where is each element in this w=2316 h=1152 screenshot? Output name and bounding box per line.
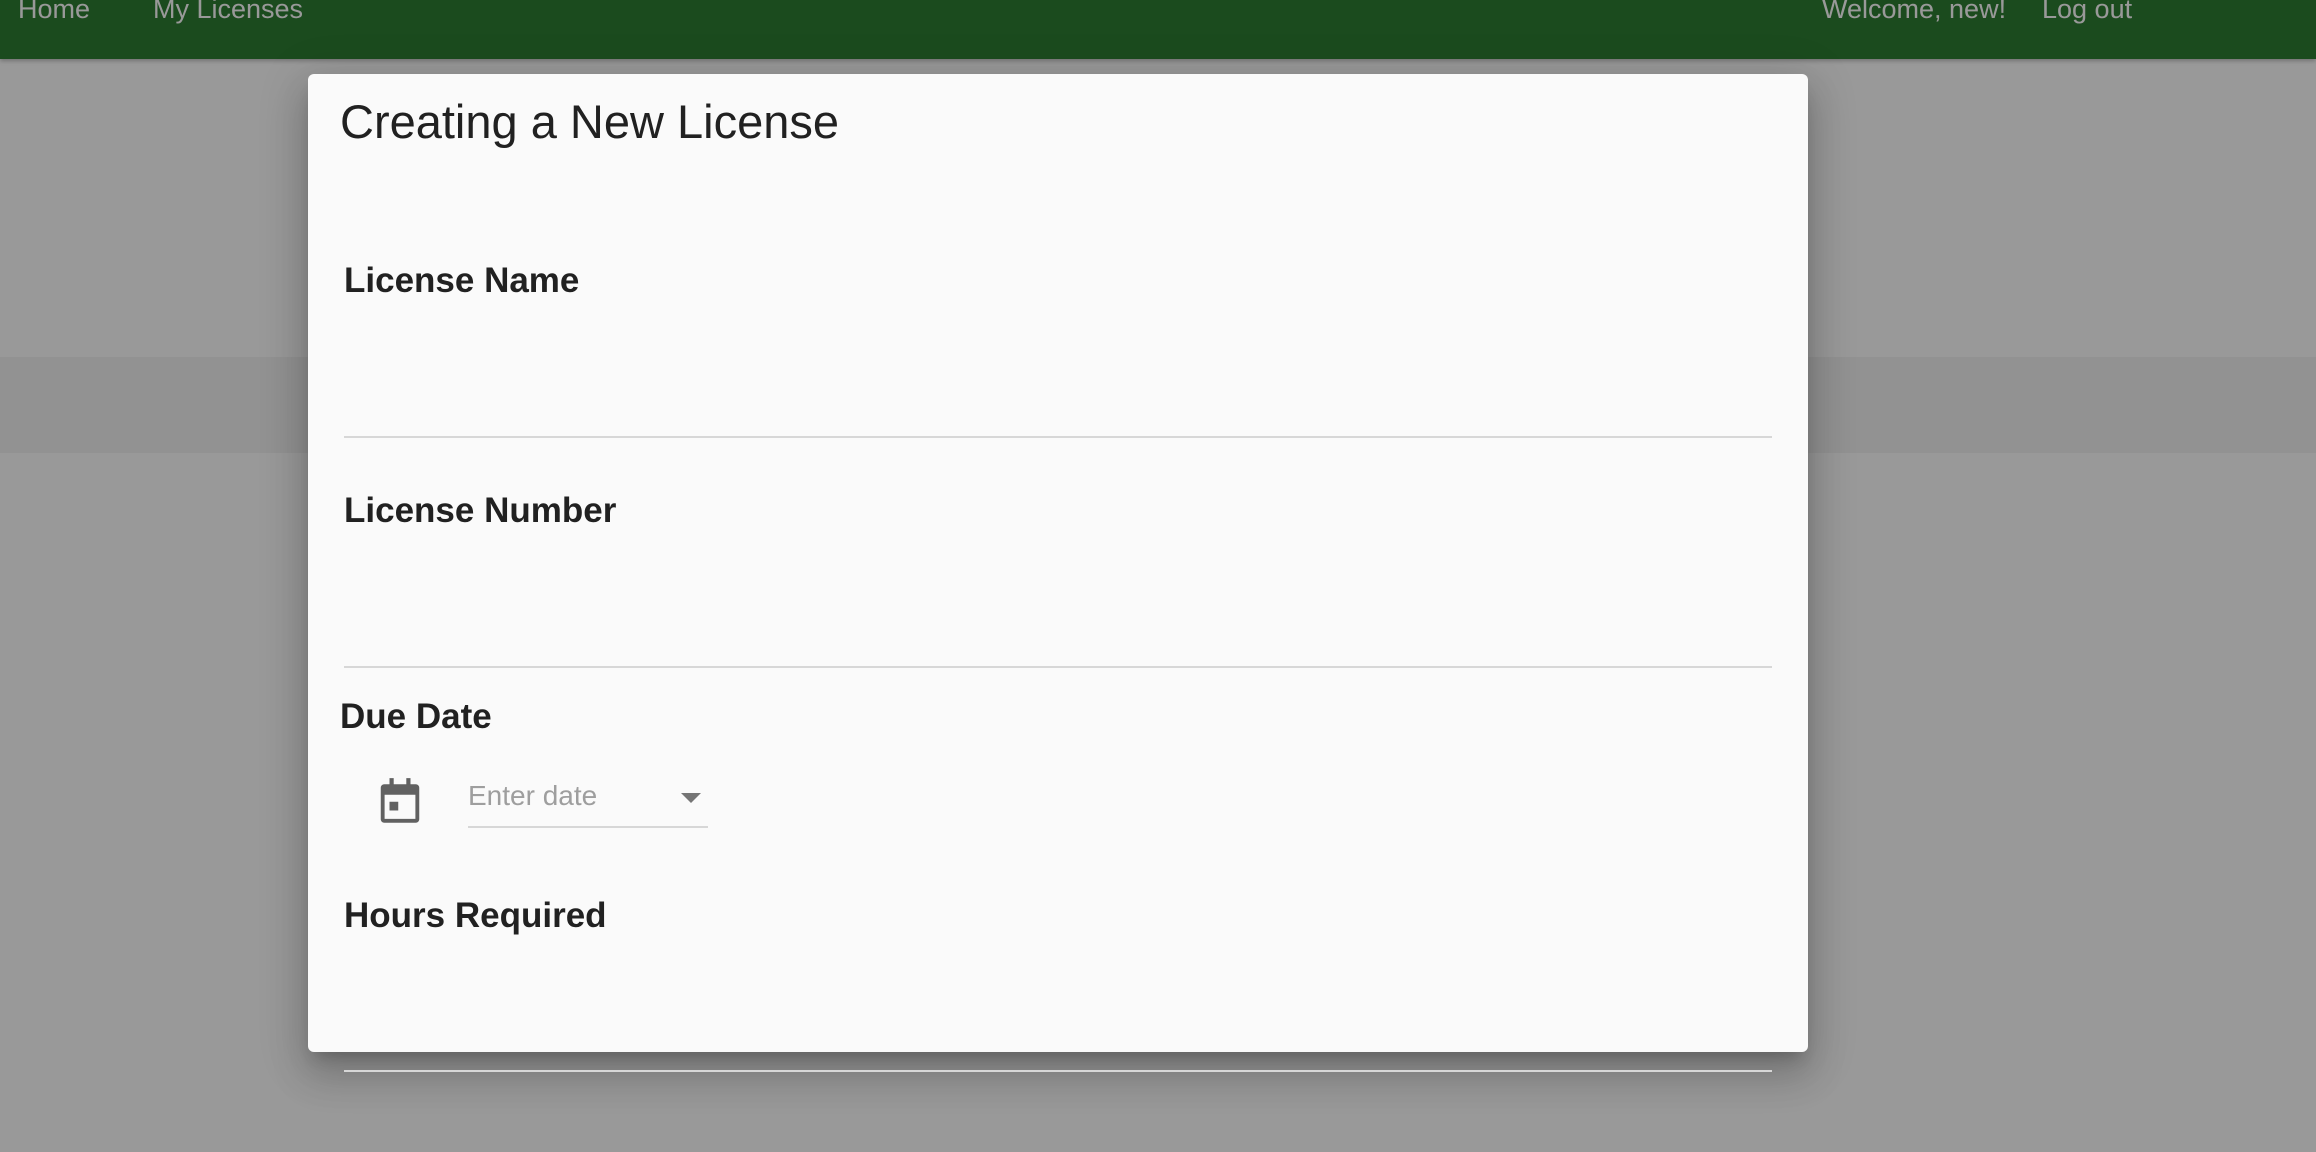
due-date-input[interactable] <box>468 770 668 822</box>
calendar-icon <box>380 778 420 823</box>
arrow-drop-down-icon[interactable] <box>681 793 701 803</box>
due-date-field[interactable] <box>468 770 708 828</box>
license-number-input[interactable] <box>344 612 1772 668</box>
new-license-dialog: Creating a New License License Name Lice… <box>308 74 1808 1072</box>
license-name-label: License Name <box>344 261 580 300</box>
license-name-input[interactable] <box>344 382 1772 438</box>
hours-required-label: Hours Required <box>344 896 607 935</box>
calendar-button[interactable] <box>368 768 432 832</box>
due-date-label: Due Date <box>340 697 492 736</box>
hours-required-input[interactable] <box>344 1016 1772 1072</box>
dialog-title: Creating a New License <box>340 95 839 148</box>
license-number-label: License Number <box>344 491 617 530</box>
